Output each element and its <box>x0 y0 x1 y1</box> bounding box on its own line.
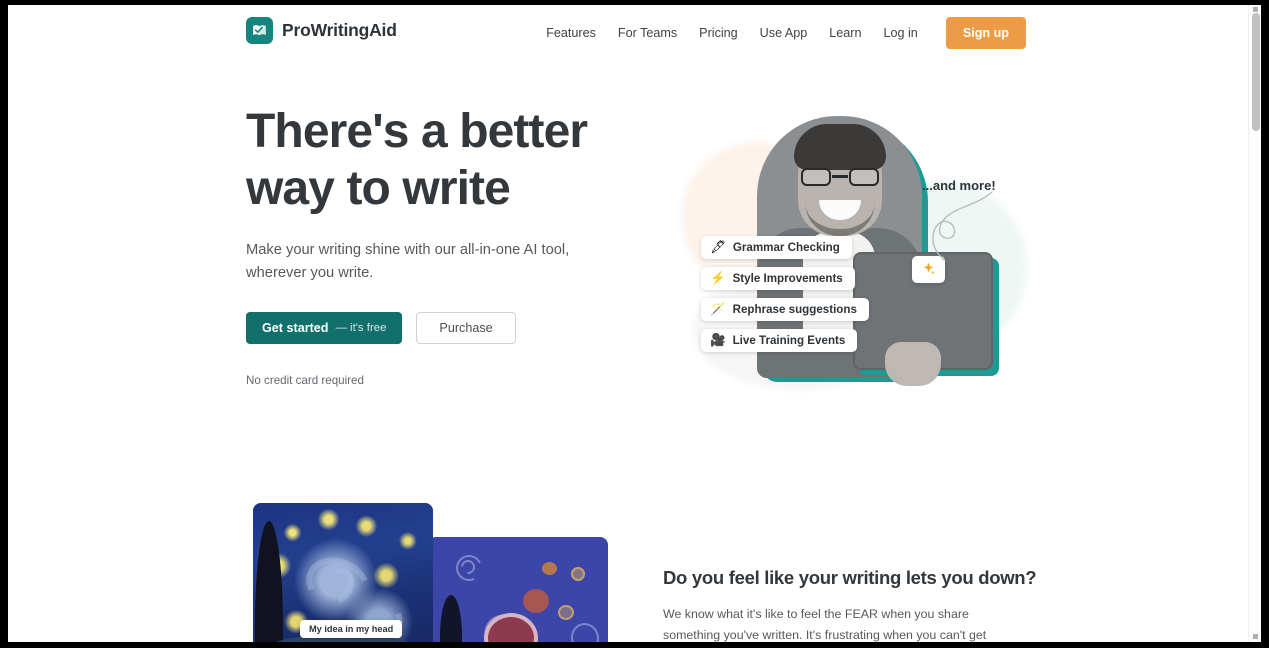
person-hand <box>885 342 941 386</box>
get-started-label: Get started <box>262 321 329 335</box>
lightning-bolt-icon: ⚡ <box>710 271 726 286</box>
fountain-pen-icon: 🖋 <box>710 240 726 255</box>
flat-spiral <box>567 619 603 643</box>
section-2-body: We know what it's like to feel the FEAR … <box>663 607 987 642</box>
flat-star <box>542 562 557 575</box>
glasses-icon <box>801 168 879 186</box>
image-caption-badge: My idea in my head <box>300 620 403 638</box>
page-title: There's a better way to write <box>246 105 588 215</box>
feature-chip-label: Live Training Events <box>732 334 846 347</box>
brand-name: ProWritingAid <box>282 20 397 40</box>
vertical-scrollbar[interactable] <box>1248 5 1261 643</box>
nav-item-use-app[interactable]: Use App <box>749 19 819 47</box>
glasses-bridge <box>832 175 848 178</box>
curly-pointer-line <box>932 191 993 261</box>
page-viewport: ProWritingAid Features For Teams Pricing… <box>8 5 1261 643</box>
feature-chip-label: Style Improvements <box>732 272 843 285</box>
scroll-down-arrow-icon[interactable] <box>1253 634 1258 639</box>
window-bottom-edge <box>0 642 1269 648</box>
main-navigation: Features For Teams Pricing Use App Learn… <box>535 17 1026 49</box>
feature-chip-rephrase-suggestions: 🪄 Rephrase suggestions <box>701 298 869 321</box>
sign-up-button[interactable]: Sign up <box>945 17 1026 49</box>
scroll-up-arrow-icon[interactable] <box>1253 7 1258 12</box>
flat-star <box>571 567 585 581</box>
flat-star <box>558 605 574 620</box>
glasses-left-lens <box>801 168 831 186</box>
flat-starry-night-illustration <box>428 537 608 643</box>
feature-chip-style-improvements: ⚡ Style Improvements <box>701 267 855 290</box>
nav-item-for-teams[interactable]: For Teams <box>607 19 688 47</box>
scrollbar-thumb[interactable] <box>1252 13 1260 131</box>
feature-chip-grammar-checking: 🖋 Grammar Checking <box>701 236 852 259</box>
no-credit-card-note: No credit card required <box>246 374 364 387</box>
get-started-note: — it's free <box>335 322 387 334</box>
feature-chip-label: Rephrase suggestions <box>732 303 857 316</box>
nav-item-log-in[interactable]: Log in <box>873 19 929 47</box>
hero-subtitle: Make your writing shine with our all-in-… <box>246 242 570 281</box>
section-2-copy: Do you feel like your writing lets you d… <box>663 567 1037 643</box>
section-2-title: Do you feel like your writing lets you d… <box>663 567 1037 588</box>
magic-wand-icon: 🪄 <box>710 302 726 317</box>
hero-actions: Get started — it's free Purchase <box>246 312 626 344</box>
flat-star <box>523 589 549 613</box>
browser-frame: ProWritingAid Features For Teams Pricing… <box>0 0 1269 648</box>
hero-illustration: 🖋 Grammar Checking ⚡ Style Improvements … <box>663 110 1033 400</box>
book-check-icon <box>246 17 273 44</box>
person-hair <box>794 124 886 170</box>
nav-item-pricing[interactable]: Pricing <box>688 19 749 47</box>
nav-item-features[interactable]: Features <box>535 19 607 47</box>
purchase-button[interactable]: Purchase <box>416 312 516 344</box>
feature-chip-live-training-events: 🎥 Live Training Events <box>701 329 858 352</box>
page-content: ProWritingAid Features For Teams Pricing… <box>8 5 1248 643</box>
site-header: ProWritingAid Features For Teams Pricing… <box>8 5 1248 62</box>
brand-logo-link[interactable]: ProWritingAid <box>246 17 397 44</box>
get-started-button[interactable]: Get started — it's free <box>246 312 403 344</box>
feature-chip-label: Grammar Checking <box>732 241 840 254</box>
glasses-right-lens <box>849 168 879 186</box>
nav-item-learn[interactable]: Learn <box>818 19 872 47</box>
flat-cypress-tree <box>440 595 462 643</box>
hero-copy: There's a better way to write Make your … <box>246 103 626 387</box>
movie-camera-icon: 🎥 <box>710 333 726 348</box>
